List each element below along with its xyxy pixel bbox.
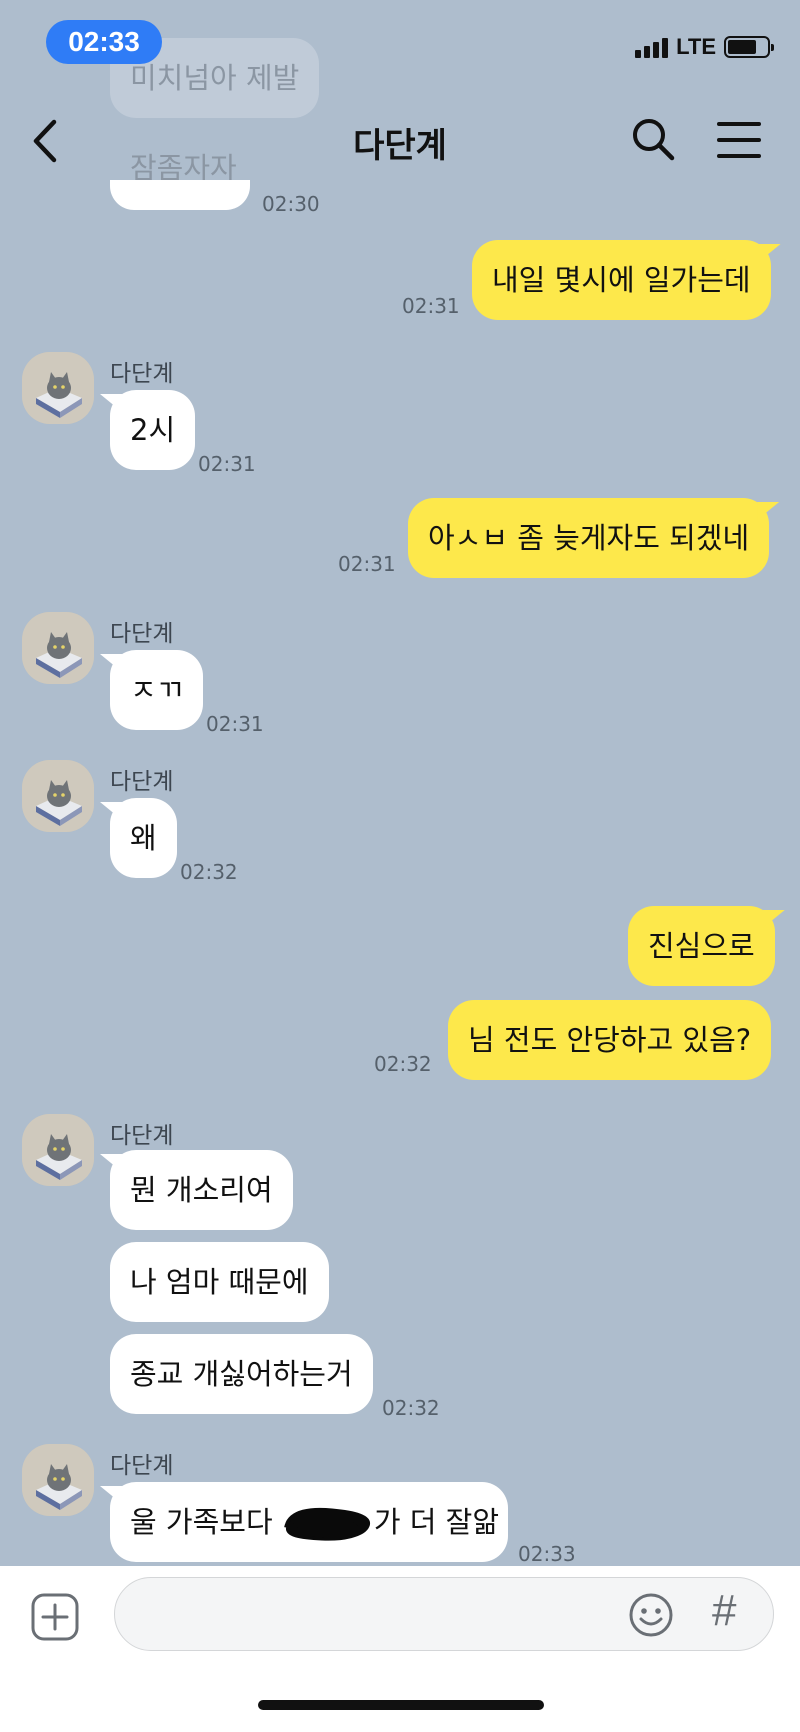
sender-name: 다단계 xyxy=(110,769,174,795)
timestamp: 02:32 xyxy=(180,860,238,884)
network-label: LTE xyxy=(676,34,716,59)
message-text: ㅈㄲ xyxy=(130,673,184,707)
timestamp: 02:33 xyxy=(518,1542,576,1566)
message-text: 왜 xyxy=(130,821,157,855)
message-bubble[interactable]: 내일 몇시에 일가는데 xyxy=(472,240,771,320)
plus-square-icon[interactable] xyxy=(30,1592,80,1642)
message-text: 나 엄마 때문에 xyxy=(130,1265,309,1299)
timestamp: 02:31 xyxy=(206,712,264,736)
status-time-pill[interactable]: 02:33 xyxy=(46,20,162,64)
timestamp: 02:32 xyxy=(374,1052,432,1076)
cat-avatar-image xyxy=(22,612,94,684)
message-text: 울 가족보다 xyxy=(130,1505,282,1539)
emoji-icon[interactable] xyxy=(628,1592,674,1638)
message-bubble-edge xyxy=(110,180,250,210)
cat-avatar-image xyxy=(22,1114,94,1186)
sender-name: 다단계 xyxy=(110,1123,174,1149)
chevron-left-icon[interactable] xyxy=(28,116,68,166)
message-text: 2시 xyxy=(130,413,176,447)
message-bubble[interactable]: 왜 xyxy=(110,798,177,878)
battery-icon xyxy=(724,36,774,58)
message-bubble[interactable]: ㅈㄲ xyxy=(110,650,204,730)
hash-icon[interactable]: # xyxy=(712,1586,752,1636)
message-text: 내일 몇시에 일가는데 xyxy=(492,263,751,297)
message-text: 가 더 잘앎 xyxy=(373,1505,500,1539)
cat-avatar-image xyxy=(22,760,94,832)
avatar[interactable] xyxy=(22,612,94,684)
message-text: 아ㅅㅂ 좀 늦게자도 되겠네 xyxy=(428,521,750,555)
timestamp: 02:32 xyxy=(382,1396,440,1420)
message-text: 미치넘아 제발 xyxy=(130,61,300,95)
message-bubble[interactable]: 나 엄마 때문에 xyxy=(110,1242,329,1322)
message-text: 진심으로 xyxy=(648,929,755,963)
avatar[interactable] xyxy=(22,352,94,424)
signal-icon xyxy=(635,36,669,58)
message-text: 종교 개싫어하는거 xyxy=(130,1357,353,1391)
cat-avatar-image xyxy=(22,352,94,424)
message-bubble[interactable]: 진심으로 xyxy=(628,906,775,986)
avatar[interactable] xyxy=(22,1444,94,1516)
message-bubble[interactable]: 2시 xyxy=(110,390,196,470)
cat-avatar-image xyxy=(22,1444,94,1516)
message-text: 님 전도 안당하고 있음? xyxy=(468,1023,752,1057)
message-text: 뭔 개소리여 xyxy=(130,1173,273,1207)
timestamp: 02:31 xyxy=(338,552,396,576)
redacted-scribble xyxy=(282,1504,374,1544)
timestamp: 02:30 xyxy=(262,192,320,216)
search-icon[interactable] xyxy=(630,116,676,162)
sender-name: 다단계 xyxy=(110,361,174,387)
sender-name: 다단계 xyxy=(110,621,174,647)
sender-name: 다단계 xyxy=(110,1453,174,1479)
avatar[interactable] xyxy=(22,1114,94,1186)
timestamp: 02:31 xyxy=(198,452,256,476)
message-input[interactable] xyxy=(114,1577,774,1651)
avatar[interactable] xyxy=(22,760,94,832)
status-indicators: LTE xyxy=(635,34,774,60)
message-bubble[interactable]: 종교 개싫어하는거 xyxy=(110,1334,373,1414)
timestamp: 02:31 xyxy=(402,294,460,318)
message-bubble[interactable]: 뭔 개소리여 xyxy=(110,1150,293,1230)
hamburger-menu-icon[interactable] xyxy=(716,118,762,162)
message-bubble[interactable]: 울 가족보다 가 더 잘앎 xyxy=(110,1482,508,1562)
home-indicator[interactable] xyxy=(258,1700,544,1710)
message-bubble[interactable]: 아ㅅㅂ 좀 늦게자도 되겠네 xyxy=(408,498,770,578)
message-bubble[interactable]: 님 전도 안당하고 있음? xyxy=(448,1000,772,1080)
